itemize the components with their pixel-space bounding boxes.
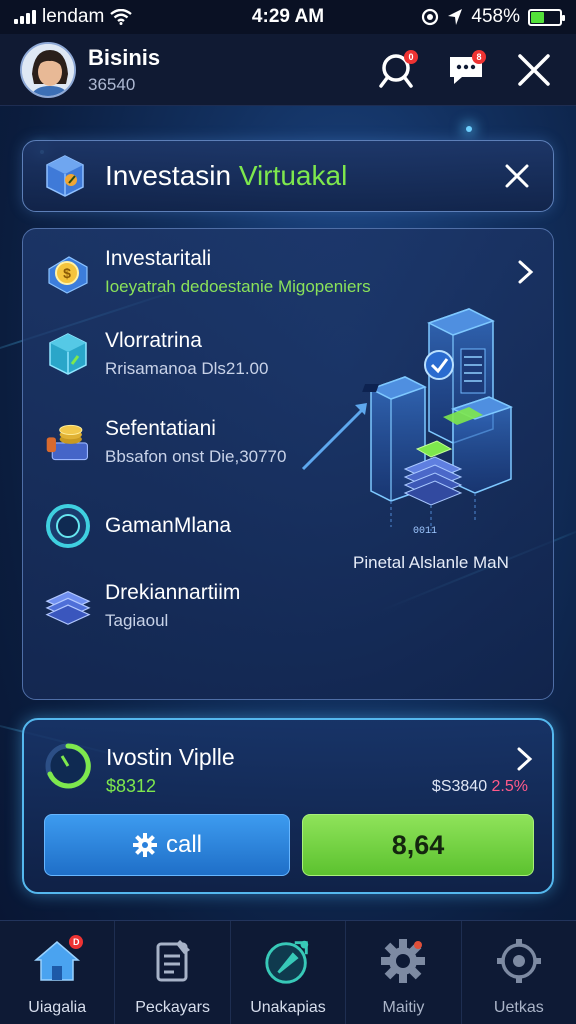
amount-button[interactable]: 8,64 (302, 814, 534, 876)
list-item-title: Investaritali (105, 247, 212, 270)
layers-icon (45, 590, 91, 625)
list-item[interactable]: Vlorratrina Rrisamanoa Dls21.00 (43, 329, 268, 379)
call-button-label: call (165, 831, 202, 858)
wifi-icon (110, 9, 133, 25)
invest-stat: $S3840 2.5% (432, 778, 528, 796)
nav-item-launch[interactable]: Unakapias (229, 921, 345, 1024)
settings-icon (496, 939, 541, 983)
servers-illustration: 0011 (301, 308, 514, 537)
list-item-title: Drekiannartiim (105, 581, 241, 604)
list-item[interactable]: Sefentatiani Bbsafon onst Die,30770 (43, 417, 286, 467)
nav-item-maitiy[interactable]: Maitiy (345, 921, 460, 1024)
coins-stack-icon (46, 424, 88, 461)
list-item-subtitle: Rrisamanoa Dls21.00 (105, 359, 269, 378)
nav-label: Unakapias (250, 999, 326, 1016)
signal-icon (14, 10, 36, 24)
document-icon (156, 940, 190, 982)
nav-label: Maitiy (382, 999, 425, 1016)
bottom-navigation: D Uiagalia Peckayars Unakapias Maitiy Ue… (0, 920, 576, 1024)
user-name: Bisinis (88, 44, 161, 70)
list-item-subtitle: Tagiaoul (105, 611, 169, 630)
nav-item-home[interactable]: D Uiagalia (0, 921, 114, 1024)
list-item-title: Sefentatiani (105, 417, 216, 440)
chevron-right-icon[interactable] (516, 746, 534, 772)
amount-button-label: 8,64 (391, 829, 445, 860)
nav-label: Peckayars (135, 999, 210, 1016)
progress-ring-icon (45, 743, 91, 789)
page-title-main: Investasin (105, 160, 239, 191)
nav-label: Uetkas (493, 999, 544, 1016)
investment-summary-panel: Ivostin Viplle $8312 $S3840 2.5% call 8,… (22, 718, 554, 894)
nav-item-uetkas[interactable]: Uetkas (460, 921, 576, 1024)
nav-label: Uiagalia (28, 999, 87, 1016)
nav-item-documents[interactable]: Peckayars (114, 921, 229, 1024)
call-button[interactable]: call (44, 814, 290, 876)
cube-icon (49, 333, 87, 375)
svg-text:$: $ (63, 265, 71, 281)
close-icon (518, 53, 550, 86)
coin-icon: $ (48, 256, 88, 294)
carrier-name: lendam (42, 6, 105, 27)
list-item-subtitle: Ioeyatrah dedoestanie Migopeniers (105, 277, 371, 296)
chat-button[interactable]: 8 (444, 48, 488, 92)
box-icon (46, 155, 84, 197)
illustration-small-label: 0011 (413, 526, 437, 537)
invest-value: $8312 (106, 776, 157, 796)
gear-icon (132, 833, 157, 857)
avatar-image (22, 43, 74, 96)
search-badge: 0 (404, 49, 418, 64)
app-header: Bisinis 36540 0 8 (0, 34, 576, 106)
invest-stat-amount: $S3840 (431, 778, 492, 795)
list-item-title: GamanMlana (105, 514, 232, 537)
page-title: Investasin Virtuakal (105, 160, 347, 192)
investment-list-panel: 0011 Pinetal Alslanle MaN $ Investarital… (22, 228, 554, 700)
invest-stat-percent: 2.5% (491, 778, 528, 795)
background-glow-dot (466, 126, 472, 132)
list-item[interactable]: Drekiannartiim Tagiaoul (43, 581, 240, 631)
chat-badge: 8 (472, 49, 486, 64)
status-time: 4:29 AM (251, 6, 325, 27)
list-item-subtitle: Bbsafon onst Die,30770 (105, 447, 287, 466)
rocket-icon (265, 940, 309, 984)
user-id: 36540 (88, 74, 136, 94)
invest-title: Ivostin Viplle (106, 744, 235, 770)
title-close-button[interactable] (499, 158, 535, 194)
title-panel: Investasin Virtuakal (22, 140, 554, 212)
page-title-accent: Virtuakal (238, 160, 348, 191)
search-button[interactable]: 0 (376, 48, 420, 92)
close-header-button[interactable] (512, 48, 556, 92)
close-icon (505, 164, 529, 188)
list-item[interactable]: GamanMlana (43, 501, 231, 551)
gear-icon (381, 939, 426, 983)
list-item-title: Vlorratrina (105, 329, 202, 352)
battery-icon (528, 8, 565, 26)
ring-icon (46, 504, 90, 548)
avatar[interactable] (20, 41, 76, 98)
list-item[interactable]: $ Investaritali Ioeyatrah dedoestanie Mi… (43, 247, 543, 297)
location-icon (448, 9, 463, 25)
battery-text: 458% (471, 6, 520, 27)
chevron-right-icon[interactable] (517, 259, 535, 285)
illustration-caption: Pinetal Alslanle MaN (353, 553, 509, 572)
alarm-icon (422, 8, 439, 26)
status-bar: lendam 4:29 AM 458% (0, 0, 576, 34)
